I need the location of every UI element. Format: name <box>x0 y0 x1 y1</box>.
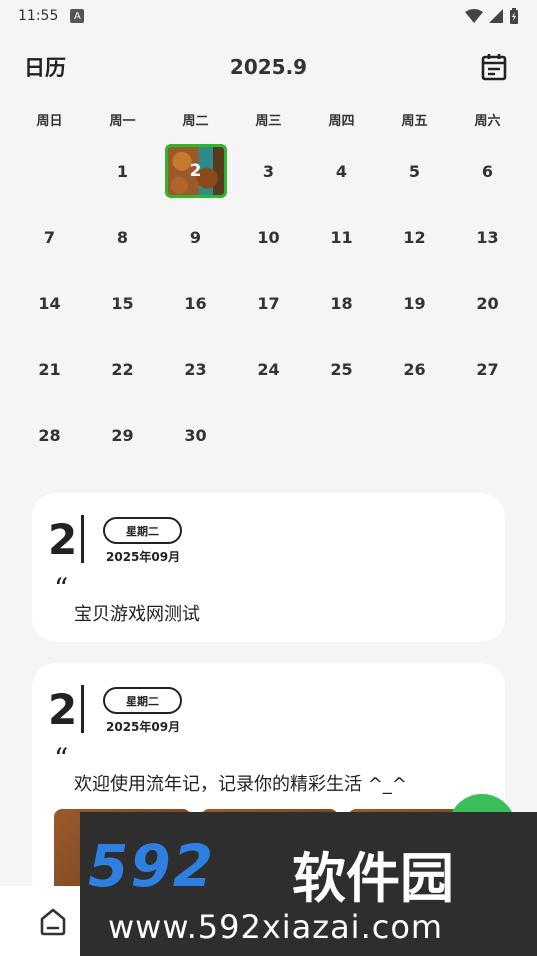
calendar-day[interactable]: 26 <box>378 337 451 403</box>
calendar-day[interactable]: 5 <box>378 138 451 204</box>
notification-badge: A <box>70 9 85 23</box>
weekday-label: 周日 <box>36 114 63 129</box>
selected-day-label: 2 <box>164 144 227 199</box>
quote-icon: “ <box>54 742 69 775</box>
calendar-day[interactable]: 1 <box>86 138 159 204</box>
wifi-icon <box>465 9 483 23</box>
weekday-label: 周六 <box>474 114 501 129</box>
weekday-label: 周二 <box>182 114 209 129</box>
calendar-day[interactable]: 9 <box>159 204 232 270</box>
diary-card[interactable]: 2 星期二 2025年09月 “ 宝贝游戏网测试 <box>32 493 505 642</box>
home-icon <box>40 908 66 936</box>
card-weekday-badge: 星期二 <box>103 517 182 544</box>
calendar-day[interactable]: 30 <box>159 403 232 469</box>
card-divider <box>81 515 84 563</box>
calendar-day[interactable]: 10 <box>232 204 305 270</box>
calendar-day[interactable]: 23 <box>159 337 232 403</box>
weekday-label: 周一 <box>109 114 136 129</box>
calendar-day[interactable]: 11 <box>305 204 378 270</box>
watermark-brand: 软件园 <box>292 847 454 910</box>
watermark: 592 软件园 www.592xiazai.com <box>80 812 537 956</box>
card-year-month: 2025年09月 <box>106 550 181 564</box>
calendar-day-selected[interactable]: 2 <box>159 138 232 204</box>
calendar-day-empty <box>13 138 86 204</box>
weekday-label: 周三 <box>255 114 282 129</box>
calendar-grid: 1 2 3 4 5 6 7 8 9 10 11 12 13 14 15 16 1… <box>13 138 524 469</box>
calendar-day[interactable]: 12 <box>378 204 451 270</box>
header: 日历 2025.9 <box>0 44 537 90</box>
calendar-day[interactable]: 6 <box>451 138 524 204</box>
weekday-label: 周四 <box>328 114 355 129</box>
quote-icon: “ <box>54 572 69 605</box>
status-bar: 11:55 A <box>0 0 537 32</box>
status-icons <box>465 8 519 24</box>
card-day-number: 2 <box>48 685 78 734</box>
current-month: 2025.9 <box>229 55 308 79</box>
calendar-day[interactable]: 27 <box>451 337 524 403</box>
calendar-day[interactable]: 18 <box>305 270 378 336</box>
calendar-day[interactable]: 13 <box>451 204 524 270</box>
card-text: 宝贝游戏网测试 <box>74 604 200 625</box>
calendar-day[interactable]: 22 <box>86 337 159 403</box>
battery-icon <box>510 8 518 24</box>
page-title: 日历 <box>24 56 66 80</box>
calendar-day[interactable]: 17 <box>232 270 305 336</box>
calendar-day[interactable]: 7 <box>13 204 86 270</box>
watermark-url: www.592xiazai.com <box>108 908 444 946</box>
nav-home-button[interactable] <box>36 904 70 938</box>
weekday-label: 周五 <box>401 114 428 129</box>
calendar-day[interactable]: 24 <box>232 337 305 403</box>
status-time: 11:55 <box>18 8 59 24</box>
card-year-month: 2025年09月 <box>106 720 181 734</box>
calendar-day[interactable]: 29 <box>86 403 159 469</box>
card-divider <box>81 685 84 733</box>
card-day-number: 2 <box>48 515 78 564</box>
card-weekday-badge: 星期二 <box>103 687 182 714</box>
calendar-day[interactable]: 3 <box>232 138 305 204</box>
signal-icon <box>489 9 503 23</box>
calendar-icon <box>481 54 507 81</box>
calendar-day[interactable]: 20 <box>451 270 524 336</box>
calendar-day[interactable]: 4 <box>305 138 378 204</box>
calendar-day[interactable]: 19 <box>378 270 451 336</box>
calendar-day[interactable]: 15 <box>86 270 159 336</box>
calendar-day[interactable]: 25 <box>305 337 378 403</box>
calendar-day[interactable]: 16 <box>159 270 232 336</box>
weekday-header: 周日 周一 周二 周三 周四 周五 周六 <box>13 110 524 134</box>
calendar-day[interactable]: 14 <box>13 270 86 336</box>
watermark-logo: 592 <box>88 832 216 900</box>
calendar-day[interactable]: 21 <box>13 337 86 403</box>
calendar-day[interactable]: 28 <box>13 403 86 469</box>
card-text: 欢迎使用流年记，记录你的精彩生活 ^_^ <box>74 774 407 795</box>
calendar-button[interactable] <box>479 52 509 82</box>
calendar-day[interactable]: 8 <box>86 204 159 270</box>
